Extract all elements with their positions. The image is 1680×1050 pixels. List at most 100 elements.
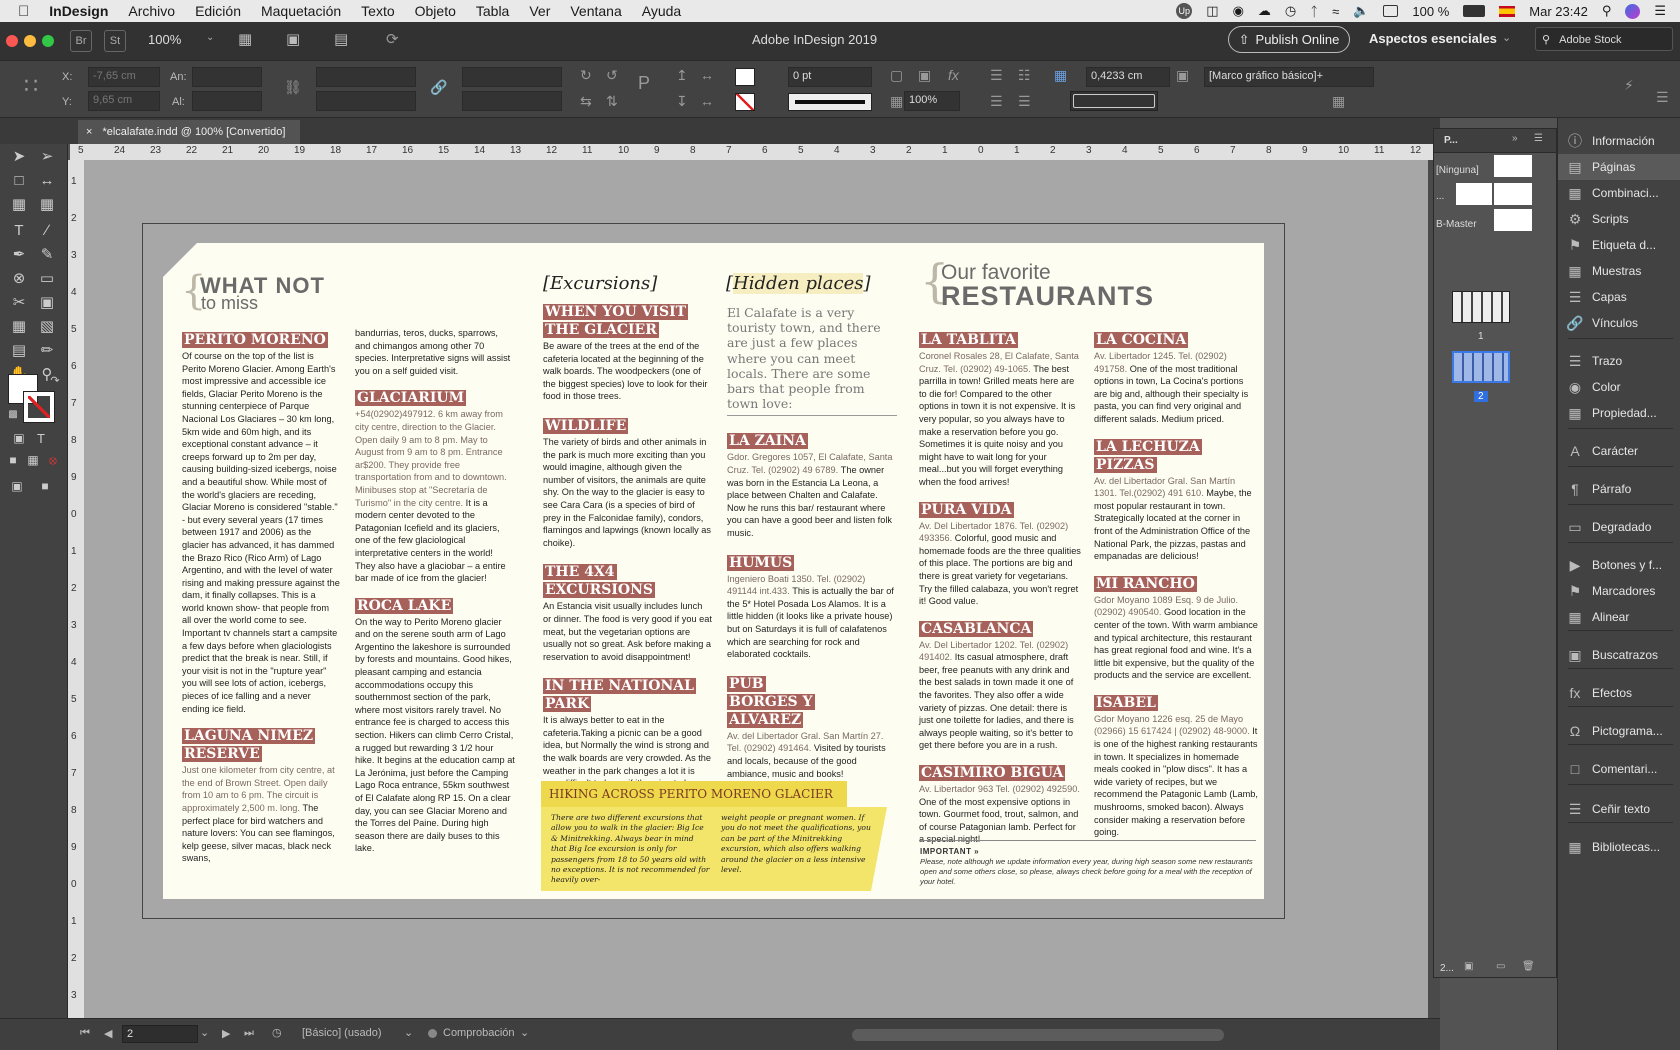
flip-vertical-icon[interactable]: ⇅	[606, 93, 618, 110]
dock-align[interactable]: ▦ Alinear	[1558, 604, 1680, 630]
preflight-status-icon[interactable]	[428, 1029, 437, 1038]
first-page-icon[interactable]: ⏮	[80, 1027, 90, 1040]
apple-icon[interactable]: 	[0, 3, 39, 20]
quick-apply-icon[interactable]: ⚡	[1624, 77, 1634, 94]
dock-buttons[interactable]: ▶ Botones y f...	[1558, 552, 1680, 578]
reference-point-icon[interactable]: ∷	[24, 73, 38, 99]
creative-cloud-icon[interactable]: ◉	[1233, 3, 1244, 19]
cloud-icon[interactable]: ☁	[1258, 3, 1271, 19]
style-indicator[interactable]: [Básico] (usado)	[302, 1027, 381, 1039]
next-page-icon[interactable]: ▶	[222, 1027, 230, 1040]
corner-shape-dropdown[interactable]	[1070, 91, 1158, 111]
dock-libraries[interactable]: ▦ Bibliotecas...	[1558, 834, 1680, 860]
dock-effects[interactable]: fx Efectos	[1558, 680, 1680, 706]
wifi-icon[interactable]: ≈	[1332, 4, 1339, 19]
battery-text[interactable]: 100 %	[1412, 4, 1449, 19]
screen-mode-icon[interactable]: ▣	[286, 30, 300, 48]
align-top-icon[interactable]: ☰	[990, 93, 1003, 110]
dock-attributes[interactable]: ▦ Propiedad...	[1558, 400, 1680, 426]
previous-page-icon[interactable]: ◀	[104, 1027, 112, 1040]
dropbox-icon[interactable]: ◫	[1206, 3, 1218, 19]
type-on-path-icon[interactable]: P	[638, 73, 650, 94]
dock-layers[interactable]: ☰ Capas	[1558, 284, 1680, 310]
object-style-dropdown[interactable]: [Marco gráfico básico]+	[1204, 67, 1374, 87]
rotate-ccw-icon[interactable]: ↺	[606, 67, 618, 84]
zoom-window-button[interactable]	[42, 35, 54, 47]
time-machine-icon[interactable]: ◷	[1285, 3, 1296, 19]
stroke-color-box[interactable]	[23, 391, 55, 423]
eyedropper-tool-icon[interactable]: ✏	[36, 340, 58, 360]
align-bottom-icon[interactable]: ☰	[1018, 93, 1031, 110]
pages-panel-tab[interactable]: P...	[1444, 135, 1458, 146]
formatting-text-icon[interactable]: T	[30, 428, 52, 448]
a-master-thumb-left[interactable]	[1456, 183, 1492, 205]
opacity-field[interactable]: 100%	[904, 91, 960, 111]
b-master-label[interactable]: B-Master	[1436, 219, 1477, 230]
rectangle-tool-icon[interactable]: ▭	[36, 268, 58, 288]
rotate-cw-icon[interactable]: ↻	[580, 67, 592, 84]
free-transform-tool-icon[interactable]: ▣	[36, 292, 58, 312]
a-master-label[interactable]: ...	[1436, 191, 1444, 202]
clock[interactable]: Mar 23:42	[1529, 4, 1588, 19]
clear-overrides-icon[interactable]: ▦	[1332, 93, 1345, 110]
airplay-icon[interactable]	[1383, 5, 1399, 17]
style-dropdown-icon[interactable]: ⌄	[404, 1026, 413, 1039]
frame-fitting-icon[interactable]: ▣	[918, 67, 931, 84]
delete-page-icon[interactable]: 🗑	[1522, 961, 1535, 972]
content-placer-icon[interactable]: ▦	[36, 194, 58, 214]
apply-none-icon[interactable]: ⦻	[42, 450, 64, 470]
fill-swatch[interactable]	[735, 68, 755, 86]
vertical-ruler[interactable]: 1 2 3 4 5 6 7 8 9 0 1 2 3 4 5 6 7 8 9 0 1 2 3	[68, 160, 84, 1018]
gradient-feather-tool-icon[interactable]: ▧	[36, 316, 58, 336]
none-master-thumb[interactable]	[1494, 155, 1532, 177]
scale-x-field[interactable]	[316, 67, 416, 87]
minimize-window-button[interactable]	[24, 35, 36, 47]
direct-selection-tool-icon[interactable]: ➢	[36, 146, 58, 166]
pasteboard[interactable]: { WHAT NOT to miss PERITO MORENO Of cour…	[84, 160, 1440, 1018]
preflight-label[interactable]: Comprobación	[443, 1027, 515, 1039]
object-style-icon[interactable]: ▣	[1176, 67, 1189, 84]
auto-fit-icon[interactable]: ▢	[890, 67, 903, 84]
stroke-swatch[interactable]	[735, 93, 755, 111]
menu-app[interactable]: InDesign	[39, 3, 118, 19]
menu-edicion[interactable]: Edición	[185, 3, 251, 19]
preflight-dropdown-icon[interactable]: ⌄	[520, 1026, 529, 1039]
horizontal-scroll-thumb[interactable]	[852, 1029, 1224, 1041]
page-2-thumb[interactable]	[1452, 351, 1510, 383]
zoom-dropdown-icon[interactable]: ⌄	[206, 32, 214, 43]
menu-archivo[interactable]: Archivo	[118, 3, 185, 19]
dock-bookmarks[interactable]: ⚑ Marcadores	[1558, 578, 1680, 604]
normal-view-icon[interactable]: ▣	[6, 476, 28, 496]
dock-color[interactable]: ◉ Color	[1558, 374, 1680, 400]
menu-ver[interactable]: Ver	[519, 3, 560, 19]
stroke-weight-field[interactable]: 0 pt	[788, 67, 872, 87]
dock-info[interactable]: ⓘ Información	[1558, 128, 1680, 154]
publish-online-button[interactable]: ⇧ Publish Online	[1228, 26, 1350, 53]
volume-icon[interactable]: 🔈	[1353, 3, 1369, 19]
rotation-field[interactable]	[462, 67, 562, 87]
page-tool-icon[interactable]: □	[8, 170, 30, 190]
note-tool-icon[interactable]: ▤	[8, 340, 30, 360]
dock-gradient[interactable]: ▭ Degradado	[1558, 514, 1680, 540]
panel-menu-icon[interactable]: ☰	[1656, 89, 1669, 106]
line-tool-icon[interactable]: ∕	[36, 220, 58, 240]
notification-center-icon[interactable]: ☰	[1654, 3, 1666, 19]
bridge-button[interactable]: Br	[70, 30, 92, 52]
select-content-icon[interactable]: ↔	[700, 67, 714, 83]
spotlight-icon[interactable]: ⚲	[1602, 3, 1612, 19]
dock-glyphs[interactable]: Ω Pictograma...	[1558, 718, 1680, 744]
scale-y-field[interactable]	[316, 91, 416, 111]
dock-script-label[interactable]: ⚑ Etiqueta d...	[1558, 232, 1680, 258]
close-window-button[interactable]	[6, 35, 18, 47]
stroke-type-dropdown[interactable]	[788, 93, 872, 111]
frame-tool-icon[interactable]: ⊗	[8, 268, 30, 288]
dock-text-wrap[interactable]: ☰ Ceñir texto	[1558, 796, 1680, 822]
dock-stroke[interactable]: ☰ Trazo	[1558, 348, 1680, 374]
workspace-dropdown-icon[interactable]: ⌄	[1502, 31, 1511, 44]
up-status-icon[interactable]: Up	[1176, 3, 1193, 19]
flip-horizontal-icon[interactable]: ⇆	[580, 93, 592, 110]
corner-options-icon[interactable]: ▦	[1054, 67, 1067, 84]
menu-tabla[interactable]: Tabla	[466, 3, 519, 19]
collapse-panel-icon[interactable]: »	[1512, 133, 1518, 144]
page-size-icon[interactable]: ▣	[1464, 961, 1473, 972]
